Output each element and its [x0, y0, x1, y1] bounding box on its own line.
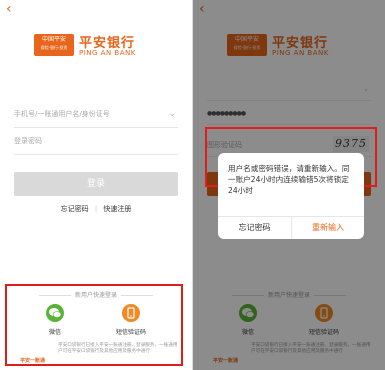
- auth-links: 忘记密码 | 快速注册: [0, 204, 192, 214]
- link-separator: |: [94, 205, 98, 213]
- quick-register-link[interactable]: 快速注册: [103, 205, 131, 213]
- error-dialog: 用户名或密码错误，请重新输入。同一账户24小时内连续输错5次将锁定24小时 忘记…: [218, 153, 364, 239]
- bank-logo: 中国平安 保险·银行·投资 平安银行 PING AN BANK: [34, 30, 158, 62]
- login-button[interactable]: 登录: [14, 172, 178, 196]
- password-input[interactable]: 登录密码: [14, 128, 178, 155]
- highlight-frame-quick-login: [5, 284, 183, 366]
- error-message: 用户名或密码错误，请重新输入。同一账户24小时内连续输错5次将锁定24小时: [228, 164, 350, 195]
- forgot-password-link[interactable]: 忘记密码: [61, 205, 89, 213]
- bank-name-en: PING AN BANK: [79, 49, 136, 57]
- back-arrow-icon[interactable]: ‹: [6, 2, 18, 16]
- chevron-down-icon[interactable]: ⌄: [168, 101, 176, 127]
- dialog-actions: 忘记密码 重新输入: [218, 216, 364, 239]
- retry-button[interactable]: 重新输入: [291, 217, 364, 239]
- pingan-brand-mark: 中国平安 保险·银行·投资: [34, 34, 74, 56]
- forgot-password-button[interactable]: 忘记密码: [218, 217, 291, 239]
- account-input[interactable]: 手机号/一账通用户名/身份证号 ⌄: [14, 101, 178, 128]
